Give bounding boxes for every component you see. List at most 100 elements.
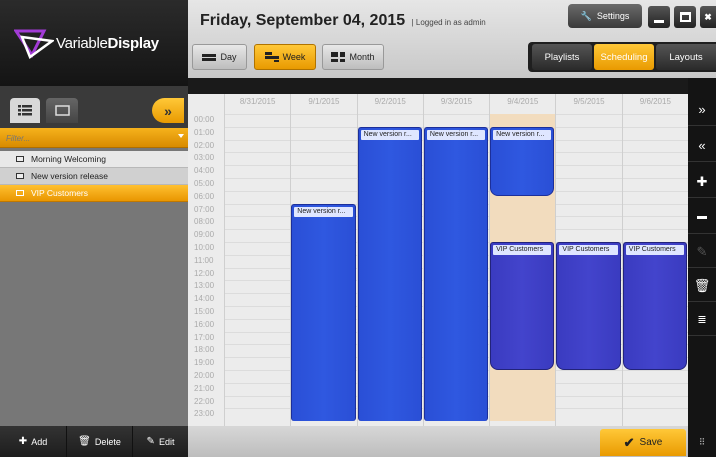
tab-layouts-label: Layouts [669, 51, 703, 63]
tab-scheduling[interactable]: Scheduling [594, 44, 654, 70]
tab-layouts[interactable]: Layouts [656, 44, 716, 70]
clear-schedule-button[interactable]: ≣ [688, 304, 716, 336]
screen-icon [16, 156, 24, 162]
resize-grip[interactable]: ⠿ [688, 428, 716, 456]
screen-icon [16, 190, 24, 196]
pencil-icon: ✎ [696, 243, 708, 259]
save-label: Save [639, 437, 663, 448]
hour-label: 14:00 [194, 294, 215, 304]
schedule-event[interactable]: New version r... [357, 126, 422, 422]
hour-label: 19:00 [194, 358, 215, 368]
app-logo: VariableDisplay [0, 0, 188, 86]
remove-schedule-button[interactable] [688, 202, 716, 234]
playlist-item-morning-welcoming[interactable]: Morning Welcoming [0, 151, 188, 168]
day-columns: 8/31/2015 9/1/2015 9/2/2015 9/3/2015 9/4/201… [224, 94, 688, 426]
schedule-event[interactable]: VIP Customers [556, 242, 621, 370]
event-label: New version r... [294, 206, 353, 217]
right-toolbar: » « ✚ ✎ 🗑 ≣ ⠿ [688, 78, 716, 457]
plus-icon: ✚ [18, 436, 28, 447]
left-footer: ✚ Add 🗑 Delete ✎ Edit [0, 426, 188, 457]
hour-label: 05:00 [194, 179, 215, 188]
delete-label: Delete [94, 436, 121, 447]
day-column[interactable]: 8/31/2015 [224, 94, 290, 426]
page-title: Friday, September 04, 2015 | Logged in a… [200, 12, 486, 30]
event-label: New version r... [426, 129, 486, 140]
event-label: VIP Customers [493, 245, 552, 255]
previous-week-button[interactable]: « [688, 130, 716, 162]
pencil-icon: ✎ [146, 436, 155, 447]
hour-label: 09:00 [194, 230, 215, 240]
playlist-item-label: New version release [31, 171, 109, 181]
hour-label: 06:00 [194, 191, 215, 201]
hour-label: 17:00 [194, 332, 215, 342]
filter-dropdown-icon[interactable] [178, 134, 184, 138]
hour-label: 11:00 [194, 255, 214, 265]
logo-icon [14, 29, 54, 59]
delete-schedule-button[interactable]: 🗑 [688, 270, 716, 302]
minus-icon [697, 216, 707, 219]
settings-button[interactable]: 🔧 Settings [568, 4, 642, 28]
brand-bold: Display [107, 34, 160, 52]
edit-schedule-button[interactable]: ✎ [688, 236, 716, 268]
schedule-event[interactable]: New version r... [291, 203, 356, 422]
view-week-button[interactable]: Week [254, 44, 316, 70]
hour-label: 12:00 [194, 268, 215, 278]
date-title: Friday, September 04, 2015 [200, 12, 406, 29]
view-day-button[interactable]: Day [192, 44, 247, 70]
close-button[interactable]: ✖ [700, 6, 716, 28]
minimize-icon [654, 19, 664, 23]
calendar-top-strip [188, 78, 688, 94]
schedule-event[interactable]: New version r... [423, 126, 489, 422]
hour-label: 21:00 [194, 383, 215, 393]
screen-icon [16, 173, 24, 179]
day-view-icon [202, 54, 217, 61]
week-view-icon [264, 52, 279, 62]
filter-bar [0, 128, 188, 148]
chevron-double-right-icon: » [164, 102, 172, 119]
hour-label: 15:00 [194, 307, 215, 316]
expand-panel-button[interactable]: » [152, 98, 184, 123]
day-header: 9/2/2015 [374, 97, 406, 106]
view-week-label: Week [282, 52, 306, 62]
close-icon: ✖ [704, 11, 712, 22]
chevron-double-right-icon: » [698, 102, 706, 117]
edit-label: Edit [158, 436, 175, 447]
screen-view-tab[interactable] [46, 98, 78, 123]
event-label: New version r... [493, 129, 552, 140]
plus-icon: ✚ [696, 173, 708, 189]
bottom-bar: ✔ Save [188, 426, 688, 457]
edit-button[interactable]: ✎ Edit [133, 426, 188, 457]
filter-input[interactable] [6, 132, 166, 145]
tab-playlists[interactable]: Playlists [532, 44, 592, 70]
playlist-list: Morning Welcoming New version release VI… [0, 151, 188, 202]
week-calendar[interactable]: 00:00 01:00 02:00 03:00 04:00 05:00 06:00 07:00… [188, 94, 688, 426]
schedule-event[interactable]: VIP Customers [490, 242, 555, 370]
playlist-item-vip-customers[interactable]: VIP Customers [0, 185, 188, 202]
schedule-event[interactable]: New version r... [490, 126, 555, 196]
schedule-event[interactable]: VIP Customers [622, 242, 687, 370]
trash-icon: 🗑 [78, 436, 91, 447]
hour-label: 16:00 [194, 319, 215, 329]
playlist-item-new-version-release[interactable]: New version release [0, 168, 188, 185]
view-month-label: Month [349, 52, 375, 62]
save-button[interactable]: ✔ Save [600, 429, 686, 456]
hour-label: 10:00 [194, 243, 215, 252]
view-month-button[interactable]: Month [322, 44, 384, 70]
delete-button[interactable]: 🗑 Delete [67, 426, 133, 457]
add-button[interactable]: ✚ Add [0, 426, 67, 457]
add-schedule-button[interactable]: ✚ [688, 166, 716, 198]
tab-playlists-label: Playlists [544, 51, 580, 63]
trash-icon: 🗑 [693, 277, 711, 293]
playlist-item-label: VIP Customers [31, 188, 89, 198]
screen-view-icon [54, 105, 70, 116]
view-day-label: Day [220, 52, 237, 62]
maximize-button[interactable] [674, 6, 696, 28]
next-week-button[interactable]: » [688, 94, 716, 126]
main-nav: Playlists Scheduling Layouts [528, 42, 716, 72]
hour-label: 23:00 [194, 409, 215, 419]
minimize-button[interactable] [648, 6, 670, 28]
event-label: New version r... [360, 129, 419, 140]
list-view-tab[interactable] [10, 98, 40, 123]
day-header: 9/6/2015 [639, 97, 671, 106]
hour-label: 00:00 [194, 115, 215, 124]
